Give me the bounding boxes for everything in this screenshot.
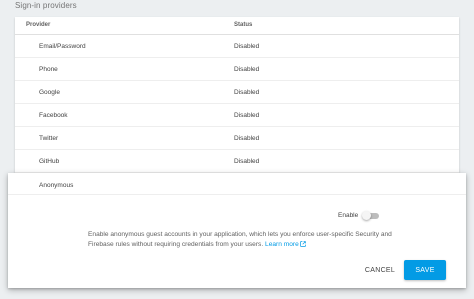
column-header-provider: Provider [26,22,51,28]
table-row[interactable]: Twitter Disabled [15,127,459,150]
provider-name: Twitter [39,135,59,142]
table-header: Provider Status [15,17,459,35]
learn-more-label: Learn more [265,241,299,248]
toggle-thumb [362,211,371,220]
provider-name: Facebook [39,112,68,119]
provider-status: Disabled [234,66,260,73]
section-title: Sign-in providers [15,1,77,10]
provider-status: Disabled [234,89,260,96]
provider-description: Enable anonymous guest accounts in your … [88,230,408,250]
provider-status: Disabled [234,158,260,165]
enable-label: Enable [338,212,359,219]
learn-more-link[interactable]: Learn more [265,241,306,248]
providers-table: Provider Status Email/Password Disabled … [15,17,459,197]
provider-status: Disabled [234,112,260,119]
column-header-status: Status [234,22,253,28]
table-row[interactable]: Email/Password Disabled [15,35,459,58]
cancel-button[interactable]: CANCEL [358,261,402,279]
table-row[interactable]: Google Disabled [15,81,459,104]
provider-name: Google [39,89,60,96]
description-text: Enable anonymous guest accounts in your … [88,231,392,248]
provider-status: Disabled [234,43,260,50]
panel-provider-name: Anonymous [39,182,74,189]
table-row[interactable]: Facebook Disabled [15,104,459,127]
table-row[interactable]: Phone Disabled [15,58,459,81]
external-link-icon [300,241,306,247]
provider-name: Phone [39,66,58,73]
provider-name: GitHub [39,158,60,165]
enable-toggle[interactable] [362,211,380,220]
anonymous-provider-panel: Anonymous Enable Enable anonymous guest … [8,173,466,288]
panel-divider [8,194,466,195]
provider-status: Disabled [234,135,260,142]
save-button[interactable]: SAVE [404,260,446,280]
table-row[interactable]: GitHub Disabled [15,150,459,173]
provider-name: Email/Password [39,43,86,50]
